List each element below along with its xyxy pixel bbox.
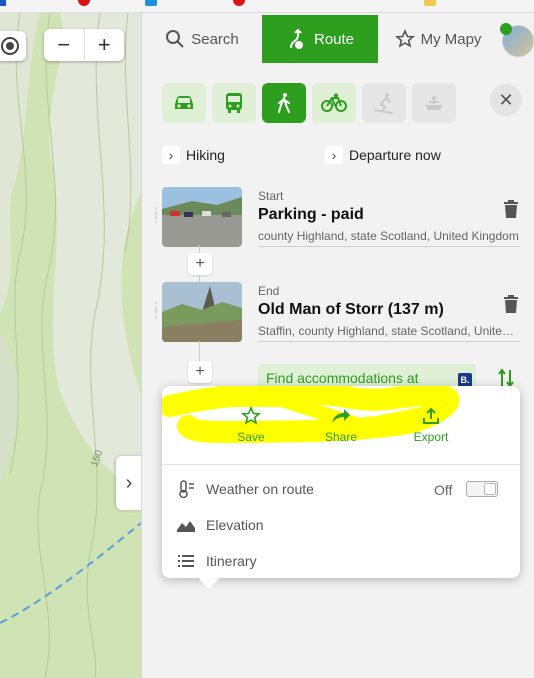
ski-icon (374, 93, 393, 114)
car-icon (175, 96, 193, 109)
accommodations-label: Find accommodations at (266, 370, 419, 386)
start-photo (162, 187, 242, 247)
mode-public-transport-button[interactable] (212, 83, 256, 123)
route-actions-popup: Save Share Export Weather on route Off E… (162, 386, 520, 589)
close-route-button[interactable]: ✕ (490, 84, 522, 116)
search-icon (166, 30, 184, 48)
start-name: Parking - paid (258, 206, 364, 223)
bookmarks-bar (0, 0, 534, 13)
export-label: Export (413, 430, 449, 444)
swap-points-button[interactable] (498, 368, 514, 388)
bookmark-icon[interactable] (145, 0, 157, 6)
add-waypoint-button[interactable]: + (188, 361, 212, 383)
mode-boat-button[interactable] (412, 83, 456, 123)
bus-icon (226, 93, 242, 113)
weather-toggle[interactable] (466, 481, 498, 497)
share-route-button[interactable]: Share (306, 406, 376, 444)
tab-search-label: Search (191, 30, 239, 48)
walk-icon (278, 93, 290, 113)
elevation-row[interactable]: Elevation (176, 513, 264, 537)
chevron-right-icon: › (162, 146, 180, 164)
mode-ski-button[interactable] (362, 83, 406, 123)
itinerary-label: Itinerary (206, 553, 257, 569)
drag-handle-icon[interactable]: ⋮⋮⋮⋮ (150, 206, 174, 224)
map-view[interactable]: 150 (0, 13, 141, 678)
thermometer-icon (179, 480, 194, 499)
save-label: Save (237, 430, 265, 444)
tab-route[interactable]: Route (262, 15, 378, 63)
route-profile-selector[interactable]: › Hiking (162, 144, 225, 166)
close-icon: ✕ (498, 89, 514, 110)
tab-route-label: Route (313, 30, 355, 48)
share-label: Share (324, 430, 358, 444)
add-waypoint-button[interactable]: + (188, 253, 212, 275)
end-photo (162, 282, 242, 342)
weather-label: Weather on route (206, 481, 314, 497)
bookmark-icon[interactable] (424, 0, 436, 6)
route-point-end[interactable]: ⋮⋮⋮⋮ End Old Man of Storr (137 m) Staffi… (150, 280, 530, 350)
save-route-button[interactable]: Save (216, 406, 286, 444)
route-profile-label: Hiking (186, 147, 225, 163)
bookmark-icon[interactable] (233, 0, 245, 6)
departure-time-label: Departure now (349, 147, 441, 163)
zoom-in-button[interactable]: + (85, 29, 125, 61)
list-icon (178, 555, 194, 567)
departure-time-selector[interactable]: › Departure now (325, 144, 441, 166)
zoom-out-button[interactable]: − (44, 29, 85, 61)
panel-toggle-button[interactable]: › (116, 456, 142, 510)
route-icon (289, 28, 303, 49)
end-address: Staffin, county Highland, state Scotland… (258, 324, 520, 342)
mode-bike-button[interactable] (312, 83, 356, 123)
star-icon (394, 29, 415, 48)
star-icon (241, 406, 261, 425)
start-address: county Highland, state Scotland, United … (258, 229, 520, 247)
route-connector (199, 341, 200, 363)
tab-bar: Search Route My Mapy (142, 15, 534, 63)
locate-icon (1, 37, 19, 55)
bookmark-icon[interactable] (0, 0, 6, 6)
weather-state: Off (434, 482, 453, 498)
tab-my-maps-label: My Mapy (420, 30, 482, 48)
divider (162, 464, 520, 465)
bookmark-icon[interactable] (78, 0, 90, 6)
elevation-label: Elevation (206, 517, 264, 533)
share-icon (332, 409, 350, 423)
mode-walk-button[interactable] (262, 83, 306, 123)
tab-my-maps[interactable]: My Mapy (378, 15, 498, 63)
mode-car-button[interactable] (162, 83, 206, 123)
end-name: Old Man of Storr (137 m) (258, 301, 444, 318)
weather-on-route-row[interactable]: Weather on route (176, 477, 314, 501)
locate-button[interactable] (0, 31, 26, 61)
export-route-button[interactable]: Export (396, 406, 466, 444)
export-icon (423, 407, 439, 424)
premium-badge-icon (500, 23, 512, 35)
boat-icon (425, 96, 443, 110)
itinerary-row[interactable]: Itinerary (176, 549, 257, 573)
map-terrain (0, 13, 141, 678)
chevron-right-icon: › (325, 146, 343, 164)
delete-start-button[interactable] (502, 199, 520, 219)
chevron-right-icon: › (125, 471, 133, 494)
zoom-control: − + (44, 29, 124, 61)
delete-end-button[interactable] (502, 294, 520, 314)
route-point-start[interactable]: ⋮⋮⋮⋮ Start Parking - paid county Highlan… (150, 185, 530, 255)
tab-search[interactable]: Search (142, 15, 262, 63)
bike-icon (321, 93, 347, 112)
elevation-icon (177, 521, 195, 532)
transport-mode-selector (162, 83, 456, 123)
end-kind: End (258, 284, 280, 298)
booking-logo-icon: B. (458, 373, 472, 387)
start-kind: Start (258, 189, 284, 203)
drag-handle-icon[interactable]: ⋮⋮⋮⋮ (150, 301, 174, 319)
